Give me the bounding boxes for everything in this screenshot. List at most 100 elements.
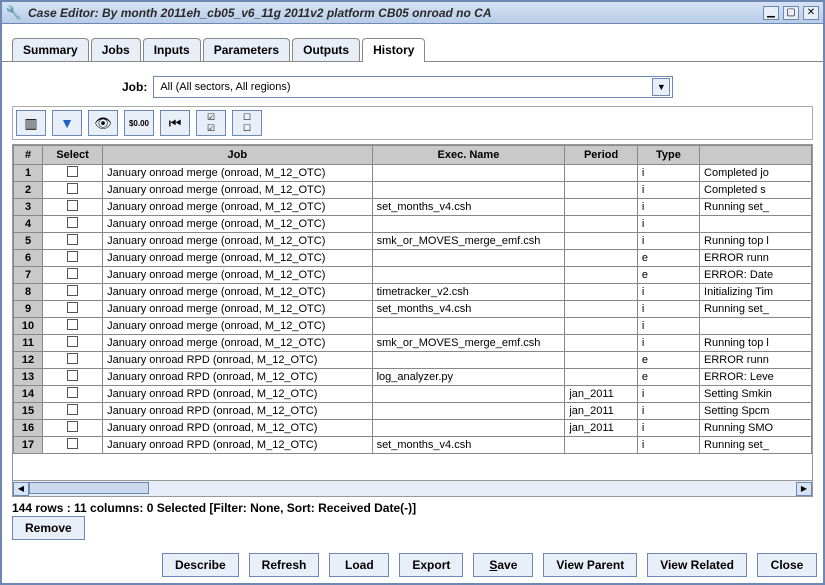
table-row[interactable]: 4January onroad merge (onroad, M_12_OTC)… <box>14 216 812 233</box>
row-select-cell[interactable] <box>43 250 103 267</box>
row-select-cell[interactable] <box>43 318 103 335</box>
scroll-track[interactable] <box>29 482 796 496</box>
table-row[interactable]: 10January onroad merge (onroad, M_12_OTC… <box>14 318 812 335</box>
checkbox-icon[interactable] <box>67 421 78 432</box>
checkbox-icon[interactable] <box>67 268 78 279</box>
table-header-row: # Select Job Exec. Name Period Type <box>14 146 812 165</box>
toolbar-select-all-button[interactable]: ☑☑ <box>196 110 226 136</box>
col-header-period[interactable]: Period <box>565 146 638 165</box>
col-header-exec[interactable]: Exec. Name <box>372 146 565 165</box>
row-select-cell[interactable] <box>43 403 103 420</box>
col-header-type[interactable]: Type <box>637 146 699 165</box>
export-button[interactable]: Export <box>399 553 463 577</box>
row-select-cell[interactable] <box>43 301 103 318</box>
table-row[interactable]: 8January onroad merge (onroad, M_12_OTC)… <box>14 284 812 301</box>
checkbox-icon[interactable] <box>67 387 78 398</box>
tab-parameters[interactable]: Parameters <box>203 38 290 61</box>
row-type: e <box>637 352 699 369</box>
col-header-num[interactable]: # <box>14 146 43 165</box>
window-close-button[interactable]: ✕ <box>803 6 819 20</box>
row-period <box>565 165 638 182</box>
table-row[interactable]: 3January onroad merge (onroad, M_12_OTC)… <box>14 199 812 216</box>
col-header-select[interactable]: Select <box>43 146 103 165</box>
table-row[interactable]: 17January onroad RPD (onroad, M_12_OTC)s… <box>14 437 812 454</box>
col-header-job[interactable]: Job <box>103 146 372 165</box>
row-select-cell[interactable] <box>43 352 103 369</box>
table-row[interactable]: 5January onroad merge (onroad, M_12_OTC)… <box>14 233 812 250</box>
toolbar-first-button[interactable]: ⏮ <box>160 110 190 136</box>
tab-inputs[interactable]: Inputs <box>143 38 201 61</box>
scroll-thumb[interactable] <box>29 482 149 494</box>
table-row[interactable]: 15January onroad RPD (onroad, M_12_OTC)j… <box>14 403 812 420</box>
row-select-cell[interactable] <box>43 267 103 284</box>
row-number: 13 <box>14 369 43 386</box>
row-select-cell[interactable] <box>43 233 103 250</box>
checkbox-icon[interactable] <box>67 285 78 296</box>
checkbox-icon[interactable] <box>67 217 78 228</box>
save-button[interactable]: Save <box>473 553 533 577</box>
table-row[interactable]: 13January onroad RPD (onroad, M_12_OTC)l… <box>14 369 812 386</box>
table-row[interactable]: 9January onroad merge (onroad, M_12_OTC)… <box>14 301 812 318</box>
checkbox-icon[interactable] <box>67 353 78 364</box>
table-row[interactable]: 16January onroad RPD (onroad, M_12_OTC)j… <box>14 420 812 437</box>
row-select-cell[interactable] <box>43 199 103 216</box>
row-select-cell[interactable] <box>43 386 103 403</box>
view-parent-button[interactable]: View Parent <box>543 553 637 577</box>
view-related-button[interactable]: View Related <box>647 553 747 577</box>
tab-summary[interactable]: Summary <box>12 38 89 61</box>
row-select-cell[interactable] <box>43 420 103 437</box>
table-row[interactable]: 1January onroad merge (onroad, M_12_OTC)… <box>14 165 812 182</box>
toolbar-columns-button[interactable]: ▥ <box>16 110 46 136</box>
toolbar-view-button[interactable]: 👁 <box>88 110 118 136</box>
checkbox-icon[interactable] <box>67 183 78 194</box>
row-period <box>565 284 638 301</box>
table-row[interactable]: 12January onroad RPD (onroad, M_12_OTC)e… <box>14 352 812 369</box>
row-select-cell[interactable] <box>43 335 103 352</box>
job-filter-select[interactable]: All (All sectors, All regions) ▼ <box>153 76 673 98</box>
close-button[interactable]: Close <box>757 553 817 577</box>
table-row[interactable]: 6January onroad merge (onroad, M_12_OTC)… <box>14 250 812 267</box>
checkbox-icon[interactable] <box>67 370 78 381</box>
row-select-cell[interactable] <box>43 437 103 454</box>
checkbox-icon[interactable] <box>67 234 78 245</box>
describe-button[interactable]: Describe <box>162 553 239 577</box>
col-header-rest[interactable] <box>700 146 812 165</box>
row-period <box>565 369 638 386</box>
table-row[interactable]: 2January onroad merge (onroad, M_12_OTC)… <box>14 182 812 199</box>
checkbox-icon[interactable] <box>67 200 78 211</box>
checkbox-icon[interactable] <box>67 404 78 415</box>
toolbar-format-button[interactable]: $0.00 <box>124 110 154 136</box>
tab-outputs[interactable]: Outputs <box>292 38 360 61</box>
scroll-left-icon[interactable]: ◀ <box>13 482 29 496</box>
window-minimize-button[interactable]: ▁ <box>763 6 779 20</box>
horizontal-scrollbar[interactable]: ◀ ▶ <box>13 480 812 496</box>
table-row[interactable]: 14January onroad RPD (onroad, M_12_OTC)j… <box>14 386 812 403</box>
row-select-cell[interactable] <box>43 284 103 301</box>
chevron-down-icon[interactable]: ▼ <box>652 78 670 96</box>
checkbox-icon[interactable] <box>67 302 78 313</box>
row-select-cell[interactable] <box>43 216 103 233</box>
checkbox-icon[interactable] <box>67 251 78 262</box>
load-button[interactable]: Load <box>329 553 389 577</box>
row-select-cell[interactable] <box>43 165 103 182</box>
checkbox-icon[interactable] <box>67 166 78 177</box>
tab-jobs[interactable]: Jobs <box>91 38 141 61</box>
checkbox-icon[interactable] <box>67 319 78 330</box>
table-row[interactable]: 11January onroad merge (onroad, M_12_OTC… <box>14 335 812 352</box>
history-grid[interactable]: # Select Job Exec. Name Period Type 1Jan… <box>13 145 812 480</box>
remove-button[interactable]: Remove <box>12 516 85 540</box>
tab-history[interactable]: History <box>362 38 425 61</box>
scroll-right-icon[interactable]: ▶ <box>796 482 812 496</box>
row-select-cell[interactable] <box>43 369 103 386</box>
checkbox-icon[interactable] <box>67 336 78 347</box>
checkbox-icon[interactable] <box>67 438 78 449</box>
table-row[interactable]: 7January onroad merge (onroad, M_12_OTC)… <box>14 267 812 284</box>
row-rest: Running top l <box>700 335 812 352</box>
toolbar-filter-button[interactable]: ▼ <box>52 110 82 136</box>
row-number: 1 <box>14 165 43 182</box>
window-maximize-button[interactable]: ▢ <box>783 6 799 20</box>
row-select-cell[interactable] <box>43 182 103 199</box>
refresh-button[interactable]: Refresh <box>249 553 320 577</box>
row-number: 6 <box>14 250 43 267</box>
toolbar-clear-button[interactable]: ☐☐ <box>232 110 262 136</box>
